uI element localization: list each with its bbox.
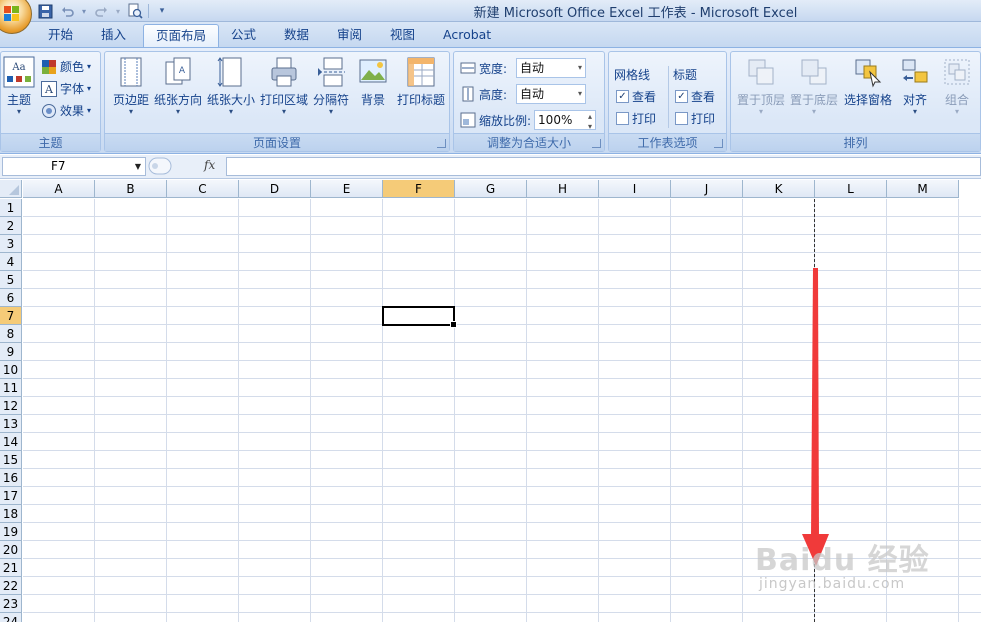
annotation-arrow <box>802 268 829 566</box>
arrow-shaft <box>811 268 819 538</box>
arrow-head <box>802 534 829 566</box>
excel-window: ▾ ▾ ▾ 新建 Microsoft Office Excel 工作表 - Mi… <box>0 0 981 622</box>
office-logo-icon <box>4 6 20 22</box>
